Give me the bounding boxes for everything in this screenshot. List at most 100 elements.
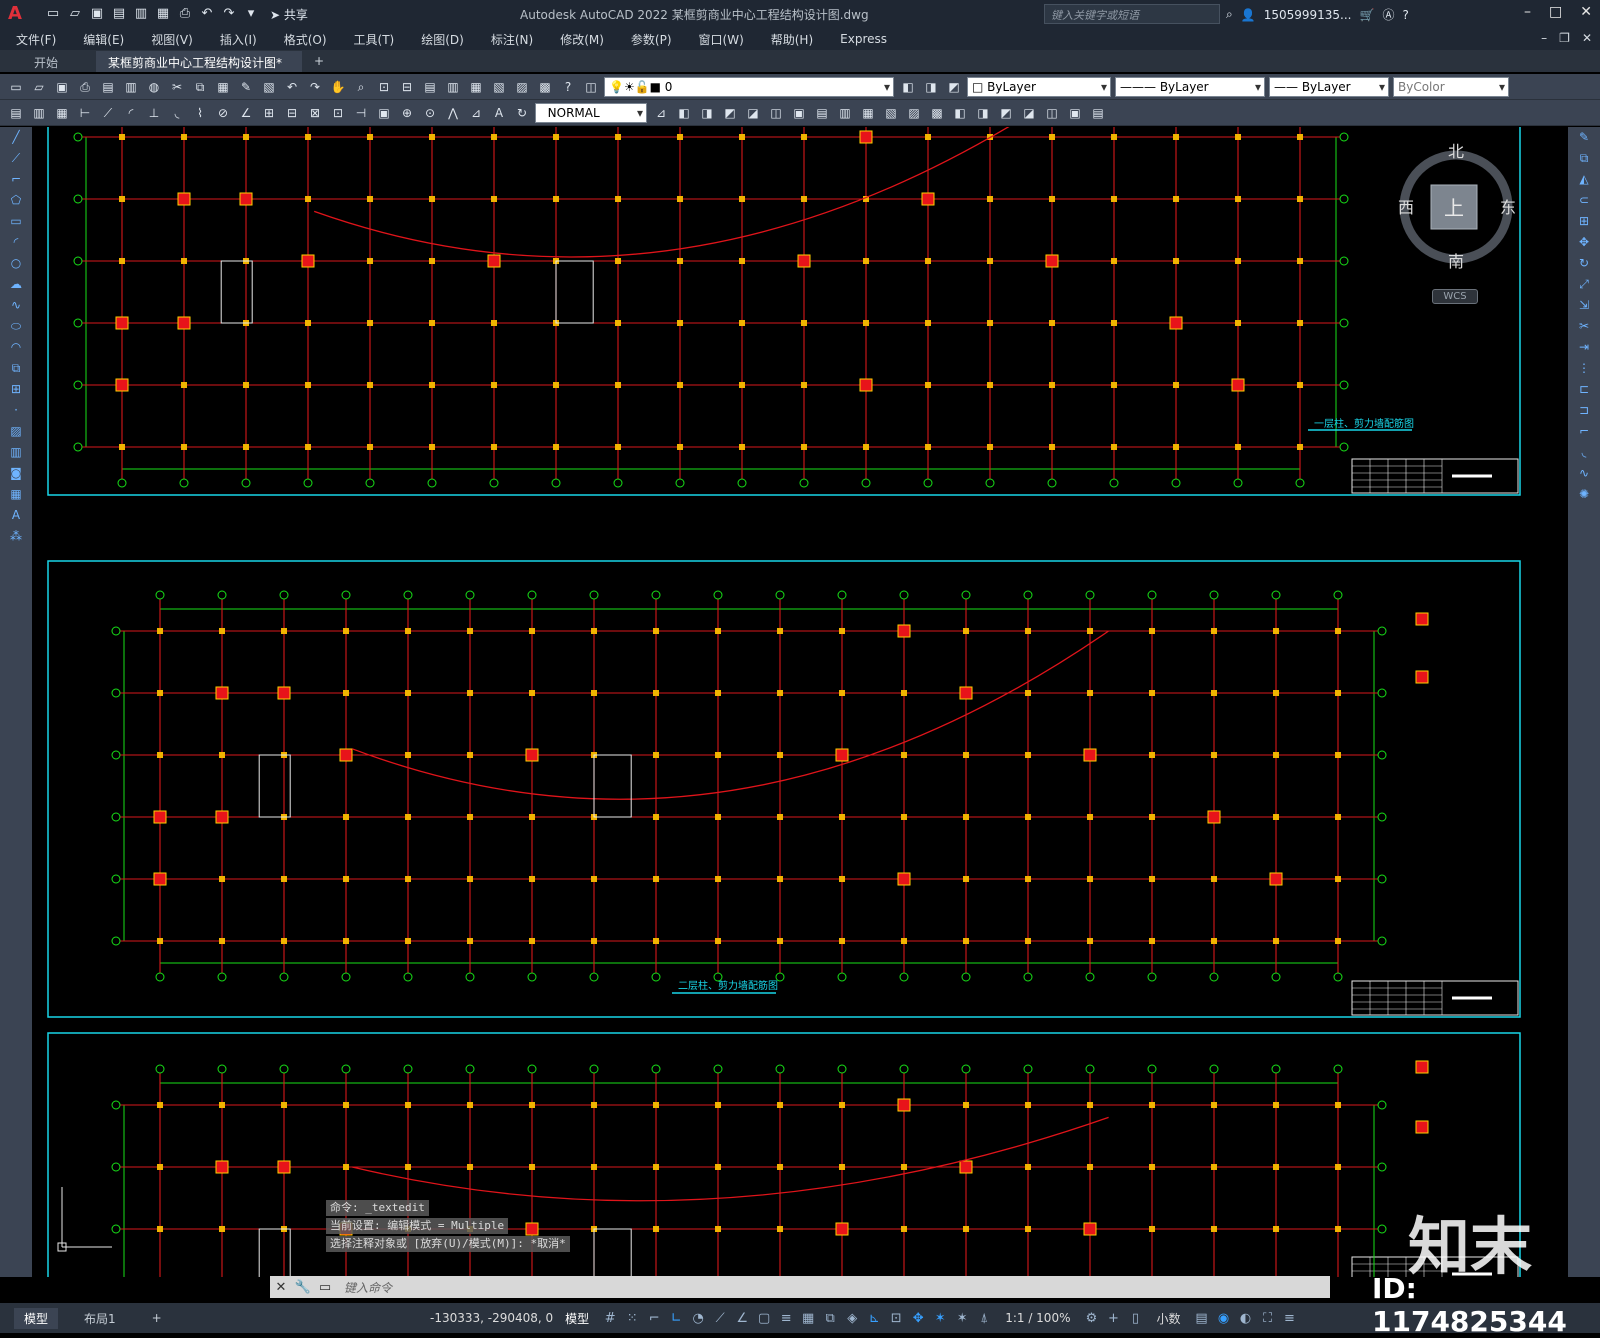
center-mark-icon[interactable]: ⊕ — [397, 103, 417, 123]
zoom-window-icon[interactable]: ⊡ — [374, 77, 394, 97]
tool-palettes-icon[interactable]: ▦ — [466, 77, 486, 97]
modify-19-icon[interactable]: ▤ — [1088, 103, 1108, 123]
modify-17-icon[interactable]: ◫ — [1042, 103, 1062, 123]
layer-dropdown[interactable]: 💡☀🔓■ 0 — [604, 76, 894, 97]
viewcube-top[interactable]: 上 — [1444, 196, 1464, 220]
lineweight-dropdown[interactable]: —— ByLayer — [1269, 76, 1389, 97]
modify-10-icon[interactable]: ▧ — [881, 103, 901, 123]
command-input-bar[interactable]: ✕ 🔧 ▭ 键入命令 — [270, 1276, 1330, 1298]
tolerance-icon[interactable]: ▣ — [374, 103, 394, 123]
modify-15-icon[interactable]: ◩ — [996, 103, 1016, 123]
mtext-icon[interactable]: A — [0, 505, 32, 526]
dim-update-icon[interactable]: ↻ — [512, 103, 532, 123]
cut-icon[interactable]: ✂ — [167, 77, 187, 97]
rectangle-icon[interactable]: ▭ — [0, 211, 32, 232]
insert-block-icon[interactable]: ⧉ — [0, 358, 32, 379]
doc-minimize-icon[interactable]: – — [1541, 31, 1547, 45]
isolate-objects-icon[interactable]: ◉ — [1213, 1311, 1235, 1326]
mirror-icon[interactable]: ◭ — [1568, 169, 1600, 190]
sheet-set-icon[interactable]: ▧ — [489, 77, 509, 97]
dim-edit-icon[interactable]: ⊿ — [466, 103, 486, 123]
dynamic-ucs-icon[interactable]: ⊾ — [863, 1311, 885, 1326]
object-snap-tracking-icon[interactable]: ∠ — [731, 1311, 753, 1326]
redo-icon[interactable]: ↷ — [305, 77, 325, 97]
join-icon[interactable]: ⊐ — [1568, 400, 1600, 421]
jogged-dim-icon[interactable]: ⌇ — [190, 103, 210, 123]
open-icon[interactable]: ▱ — [29, 77, 49, 97]
search-input[interactable]: 键入关键字或短语 — [1044, 4, 1220, 24]
auto-scale-icon[interactable]: ✶ — [951, 1311, 973, 1326]
angular-dim-icon[interactable]: ∠ — [236, 103, 256, 123]
dim-text-edit-icon[interactable]: A — [489, 103, 509, 123]
object-snap-icon[interactable]: ▢ — [753, 1311, 775, 1326]
tab-start[interactable]: 开始 — [0, 51, 96, 72]
publish-icon[interactable]: ▥ — [121, 77, 141, 97]
copy-object-icon[interactable]: ⧉ — [1568, 148, 1600, 169]
user-name[interactable]: 1505999135... — [1264, 8, 1352, 22]
infer-icon[interactable]: ⌐ — [643, 1311, 665, 1326]
spline-icon[interactable]: ∿ — [0, 295, 32, 316]
tool-2-icon[interactable]: ▥ — [29, 103, 49, 123]
modify-14-icon[interactable]: ◨ — [973, 103, 993, 123]
circle-icon[interactable]: ○ — [0, 253, 32, 274]
snap-icon[interactable]: ⁙ — [621, 1311, 643, 1326]
modify-9-icon[interactable]: ▦ — [858, 103, 878, 123]
recent-commands-icon[interactable]: ▭ — [314, 1280, 336, 1295]
polyline-icon[interactable]: ⌐ — [0, 169, 32, 190]
aligned-dim-icon[interactable]: ⟋ — [98, 103, 118, 123]
extend-icon[interactable]: ⇥ — [1568, 337, 1600, 358]
customization-icon[interactable]: ≡ — [1279, 1311, 1301, 1326]
modify-1-icon[interactable]: ◧ — [674, 103, 694, 123]
save-as-icon[interactable]: ▤ — [110, 5, 128, 23]
block-editor-icon[interactable]: ▧ — [259, 77, 279, 97]
customize-qat-icon[interactable]: ▾ — [242, 5, 260, 23]
layout-tab-layout1[interactable]: 布局1 — [74, 1308, 126, 1329]
arc-length-icon[interactable]: ◜ — [121, 103, 141, 123]
menu-item-4[interactable]: 格式(O) — [284, 31, 327, 48]
model-space-toggle[interactable]: 模型 — [565, 1310, 589, 1327]
menu-item-0[interactable]: 文件(F) — [16, 31, 56, 48]
3d-osnap-icon[interactable]: ◈ — [841, 1311, 863, 1326]
radius-dim-icon[interactable]: ◟ — [167, 103, 187, 123]
chamfer-icon[interactable]: ⌐ — [1568, 421, 1600, 442]
color-dropdown[interactable]: □ ByLayer — [967, 76, 1111, 97]
dim-style-manager-icon[interactable]: ⊿ — [651, 103, 671, 123]
preview-icon[interactable]: ▤ — [98, 77, 118, 97]
continue-dim-icon[interactable]: ⊠ — [305, 103, 325, 123]
array-icon[interactable]: ⊞ — [1568, 211, 1600, 232]
modify-8-icon[interactable]: ▥ — [835, 103, 855, 123]
undo-icon[interactable]: ↶ — [198, 5, 216, 23]
doc-restore-icon[interactable]: ❐ — [1559, 31, 1570, 45]
layer-previous-icon[interactable]: ◨ — [921, 77, 941, 97]
coordinates-readout[interactable]: -130333, -290408, 0 — [430, 1311, 553, 1325]
cart-icon[interactable]: 🛒 — [1359, 8, 1374, 22]
make-current-icon[interactable]: ◧ — [898, 77, 918, 97]
viewcube-west[interactable]: 西 — [1398, 198, 1414, 217]
ordinate-dim-icon[interactable]: ⊥ — [144, 103, 164, 123]
tab-drawing[interactable]: 某框剪商业中心工程结构设计图* — [96, 51, 302, 72]
annotation-monitor-icon[interactable]: + — [1102, 1311, 1124, 1326]
isodraft-icon[interactable]: ⟋ — [709, 1311, 731, 1326]
copy-icon[interactable]: ⧉ — [190, 77, 210, 97]
stretch-icon[interactable]: ⇲ — [1568, 295, 1600, 316]
arc-icon[interactable]: ◜ — [0, 232, 32, 253]
break-at-point-icon[interactable]: ⋮ — [1568, 358, 1600, 379]
dimstyle-dropdown[interactable]: NORMAL — [535, 102, 647, 123]
print-icon[interactable]: ⎙ — [176, 5, 194, 23]
modify-3-icon[interactable]: ◩ — [720, 103, 740, 123]
units-icon[interactable]: ▯ — [1124, 1311, 1146, 1326]
break-dim-icon[interactable]: ⊣ — [351, 103, 371, 123]
modify-6-icon[interactable]: ▣ — [789, 103, 809, 123]
modify-12-icon[interactable]: ▩ — [927, 103, 947, 123]
new-file-icon[interactable]: ▭ — [44, 5, 62, 23]
jogged-linear-icon[interactable]: ⋀ — [443, 103, 463, 123]
viewcube-east[interactable]: 东 — [1500, 198, 1516, 217]
diameter-dim-icon[interactable]: ⊘ — [213, 103, 233, 123]
quick-properties-icon[interactable]: ▤ — [1191, 1311, 1213, 1326]
modify-16-icon[interactable]: ◪ — [1019, 103, 1039, 123]
modify-18-icon[interactable]: ▣ — [1065, 103, 1085, 123]
inspect-icon[interactable]: ⊙ — [420, 103, 440, 123]
linetype-dropdown[interactable]: ——— ByLayer — [1115, 76, 1265, 97]
table-icon[interactable]: ▦ — [0, 484, 32, 505]
hatch-icon[interactable]: ▨ — [0, 421, 32, 442]
